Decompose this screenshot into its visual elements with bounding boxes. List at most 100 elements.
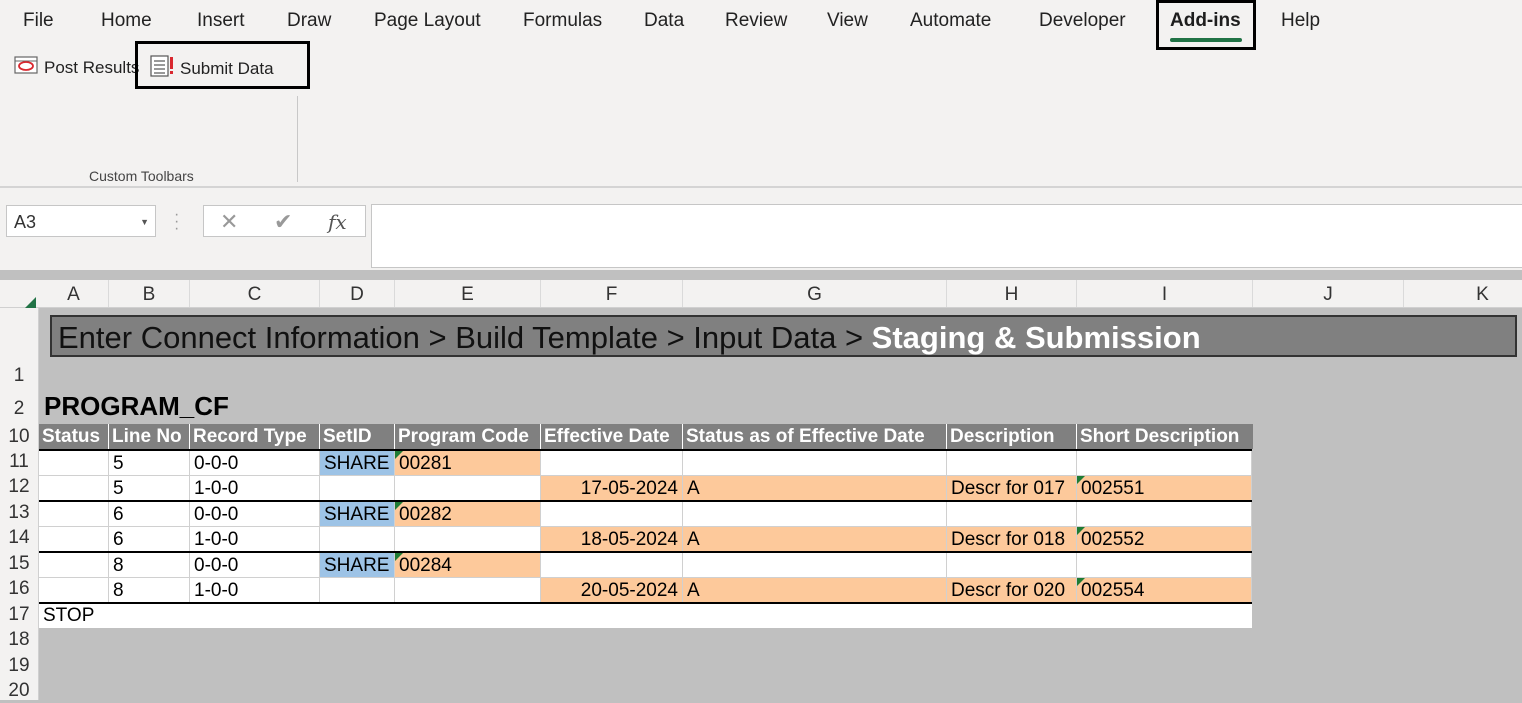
cell-line-no[interactable]: 8 (109, 553, 190, 578)
cell-record-type[interactable]: 1-0-0 (190, 527, 320, 552)
cell-status[interactable] (39, 502, 109, 527)
cell-status-as-of[interactable] (683, 502, 947, 527)
cell-status[interactable] (39, 578, 109, 603)
column-header-b[interactable]: B (109, 280, 190, 307)
cell-setid[interactable] (320, 527, 395, 552)
cell-line-no[interactable]: 5 (109, 451, 190, 476)
row-header-2[interactable]: 2 (0, 396, 38, 421)
row-header-17[interactable]: 17 (0, 602, 38, 627)
column-header-k[interactable]: K (1404, 280, 1522, 307)
cell-line-no[interactable]: 6 (109, 502, 190, 527)
cell-line-no[interactable]: 5 (109, 476, 190, 501)
tab-view[interactable]: View (827, 10, 868, 32)
cell-program-code[interactable] (395, 578, 541, 603)
cell-status[interactable] (39, 553, 109, 578)
header-short-description[interactable]: Short Description (1077, 424, 1253, 449)
cell-status[interactable] (39, 527, 109, 552)
row-header-18[interactable]: 18 (0, 627, 38, 652)
header-status-as-of[interactable]: Status as of Effective Date (683, 424, 947, 449)
cell-description[interactable]: Descr for 017 (947, 476, 1077, 501)
cell-effective-date[interactable]: 17-05-2024 (541, 476, 683, 501)
row-header-12[interactable]: 12 (0, 474, 38, 499)
chevron-down-icon[interactable]: ▼ (140, 217, 149, 227)
tab-data[interactable]: Data (644, 10, 684, 32)
insert-function-icon[interactable]: fx (328, 210, 347, 234)
cell-record-type[interactable]: 0-0-0 (190, 553, 320, 578)
post-results-button[interactable]: Post Results (14, 55, 139, 80)
cancel-icon[interactable]: ✕ (220, 209, 238, 235)
tab-file[interactable]: File (23, 10, 54, 32)
header-record-type[interactable]: Record Type (190, 424, 320, 449)
row-header-14[interactable]: 14 (0, 525, 38, 550)
cell-effective-date[interactable]: 20-05-2024 (541, 578, 683, 603)
formula-input[interactable] (371, 204, 1522, 268)
cell-program-code[interactable] (395, 527, 541, 552)
header-program-code[interactable]: Program Code (395, 424, 541, 449)
breadcrumb-banner[interactable]: Enter Connect Information > Build Templa… (50, 315, 1517, 357)
column-header-e[interactable]: E (395, 280, 541, 307)
tab-review[interactable]: Review (725, 10, 787, 32)
tab-developer[interactable]: Developer (1039, 10, 1126, 32)
header-setid[interactable]: SetID (320, 424, 395, 449)
tab-insert[interactable]: Insert (197, 10, 245, 32)
stop-cell[interactable]: STOP (39, 603, 1252, 628)
cell-program-code[interactable]: 00284 (395, 553, 541, 578)
tab-home[interactable]: Home (101, 10, 152, 32)
cell-program-code[interactable] (395, 476, 541, 501)
name-box[interactable]: A3 ▼ (6, 205, 156, 237)
column-header-g[interactable]: G (683, 280, 947, 307)
column-header-h[interactable]: H (947, 280, 1077, 307)
cell-record-type[interactable]: 0-0-0 (190, 502, 320, 527)
cell-line-no[interactable]: 8 (109, 578, 190, 603)
column-header-c[interactable]: C (190, 280, 320, 307)
tab-page-layout[interactable]: Page Layout (374, 10, 481, 32)
more-options-icon[interactable]: · · · (174, 207, 179, 237)
cell-setid[interactable]: SHARE (320, 553, 395, 578)
cell-short-description[interactable]: 002552 (1077, 527, 1252, 552)
row-header-16[interactable]: 16 (0, 576, 38, 601)
row-header-15[interactable]: 15 (0, 551, 38, 576)
cell-description[interactable] (947, 553, 1077, 578)
cell-status[interactable] (39, 476, 109, 501)
cell-status-as-of[interactable] (683, 553, 947, 578)
cell-effective-date[interactable] (541, 553, 683, 578)
cell-short-description[interactable] (1077, 553, 1252, 578)
cell-line-no[interactable]: 6 (109, 527, 190, 552)
row-header-11[interactable]: 11 (0, 449, 38, 474)
header-line-no[interactable]: Line No (109, 424, 190, 449)
cell-status-as-of[interactable]: A (683, 476, 947, 501)
cell-short-description[interactable]: 002554 (1077, 578, 1252, 603)
cell-status[interactable] (39, 451, 109, 476)
column-header-i[interactable]: I (1077, 280, 1253, 307)
cell-effective-date[interactable]: 18-05-2024 (541, 527, 683, 552)
cell-status-as-of[interactable]: A (683, 527, 947, 552)
row-header-20[interactable]: 20 (0, 678, 38, 703)
enter-check-icon[interactable]: ✔ (274, 209, 292, 235)
cell-short-description[interactable] (1077, 502, 1252, 527)
sheet-title[interactable]: PROGRAM_CF (44, 391, 229, 422)
column-header-d[interactable]: D (320, 280, 395, 307)
tab-draw[interactable]: Draw (287, 10, 331, 32)
cell-description[interactable] (947, 451, 1077, 476)
cell-setid[interactable] (320, 476, 395, 501)
cell-short-description[interactable] (1077, 451, 1252, 476)
cell-status-as-of[interactable]: A (683, 578, 947, 603)
cell-setid[interactable] (320, 578, 395, 603)
cell-program-code[interactable]: 00282 (395, 502, 541, 527)
cell-description[interactable] (947, 502, 1077, 527)
row-header-19[interactable]: 19 (0, 653, 38, 678)
row-header-1[interactable]: 1 (0, 363, 38, 388)
cell-description[interactable]: Descr for 020 (947, 578, 1077, 603)
column-header-a[interactable]: A (39, 280, 109, 307)
cell-program-code[interactable]: 00281 (395, 451, 541, 476)
cell-description[interactable]: Descr for 018 (947, 527, 1077, 552)
cell-record-type[interactable]: 0-0-0 (190, 451, 320, 476)
header-status[interactable]: Status (39, 424, 109, 449)
cell-effective-date[interactable] (541, 451, 683, 476)
cell-setid[interactable]: SHARE (320, 451, 395, 476)
tab-formulas[interactable]: Formulas (523, 10, 602, 32)
tab-help[interactable]: Help (1281, 10, 1320, 32)
row-header-10[interactable]: 10 (0, 424, 38, 449)
header-description[interactable]: Description (947, 424, 1077, 449)
column-header-j[interactable]: J (1253, 280, 1404, 307)
